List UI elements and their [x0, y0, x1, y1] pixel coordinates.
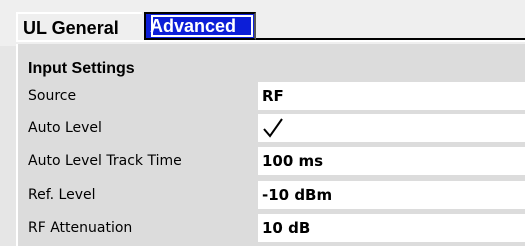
setting-label: RF Attenuation	[28, 220, 133, 236]
rf-attenuation-field[interactable]: 10 dB	[258, 214, 525, 242]
setting-label: Auto Level	[28, 120, 102, 136]
ref-level-field[interactable]: -10 dBm	[258, 181, 525, 209]
tab-ul-general[interactable]: UL General	[16, 12, 142, 40]
source-field[interactable]: RF	[258, 82, 525, 110]
setting-label: Ref. Level	[28, 187, 96, 203]
setting-label: Source	[28, 88, 77, 104]
section-title: Input Settings	[28, 60, 135, 77]
auto-level-checkbox[interactable]	[258, 114, 525, 142]
tab-highlight-line	[16, 40, 525, 42]
tab-advanced[interactable]: Advanced	[144, 12, 256, 40]
tab-bar: UL General Advanced	[0, 0, 525, 46]
checkmark-icon	[263, 118, 283, 138]
auto-level-track-time-field[interactable]: 100 ms	[258, 147, 525, 175]
setting-label: Auto Level Track Time	[28, 153, 182, 169]
tab-advanced-label: Advanced	[150, 14, 254, 38]
